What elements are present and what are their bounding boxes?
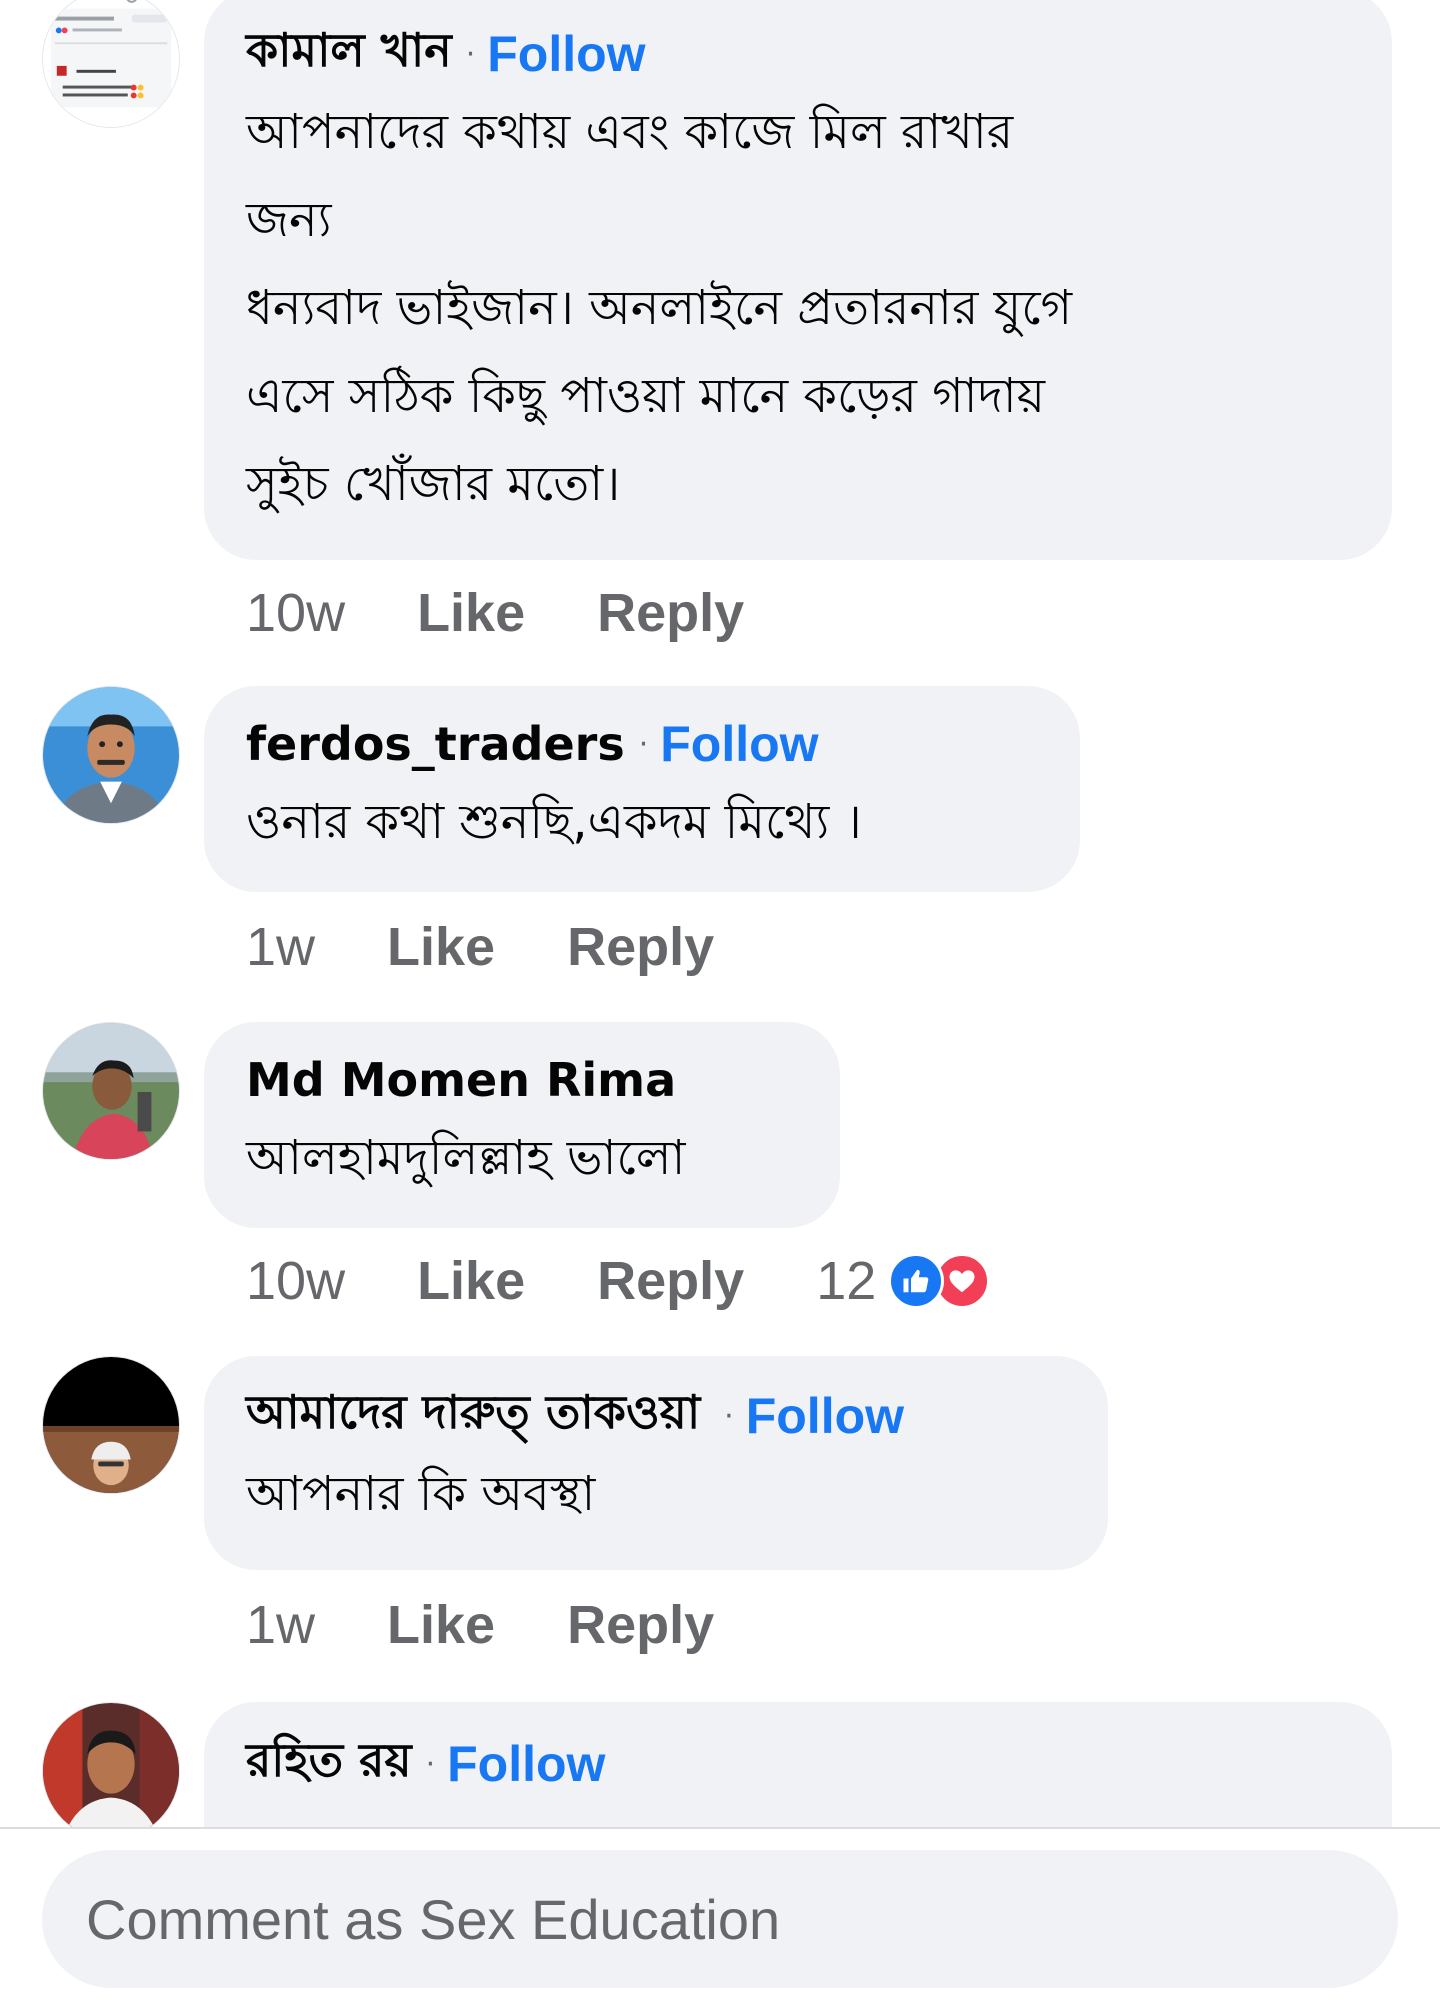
avatar-image [43, 1703, 179, 1827]
like-button[interactable]: Like [387, 916, 495, 978]
comment-author[interactable]: আমাদের দারুত্ তাকওয়া [246, 1378, 700, 1454]
comment-author[interactable]: Md Momen Rima [246, 1053, 676, 1107]
avatar-image [43, 687, 179, 823]
separator-dot: · [465, 36, 476, 72]
comment-text-line: আপনাদের কথায় এবং কাজে মিল রাখার [246, 104, 1014, 160]
comment-text-line: জন্য [246, 192, 332, 248]
comment-actions: 1w Like Reply [246, 912, 786, 982]
follow-button[interactable]: Follow [660, 715, 818, 773]
avatar-image [43, 1023, 179, 1159]
comment-composer[interactable] [42, 1850, 1398, 1988]
reply-button[interactable]: Reply [597, 582, 744, 644]
follow-button[interactable]: Follow [447, 1735, 605, 1793]
comment-actions: 10w Like Reply 12 [246, 1246, 991, 1316]
comment-text-line: এসে সঠিক কিছু পাওয়া মানে কড়ের গাদায় [246, 368, 1046, 424]
avatar[interactable] [42, 0, 180, 128]
follow-button[interactable]: Follow [487, 25, 645, 83]
comment-bubble: কামাল খান · Follow আপনাদের কথায় এবং কাজ… [204, 0, 1392, 560]
comment-actions: 1w Like Reply [246, 1590, 786, 1660]
comment-text-line: আপনার কি অবস্থা [246, 1466, 596, 1522]
comment-input[interactable] [84, 1885, 1398, 1953]
avatar[interactable] [42, 1356, 180, 1494]
avatar[interactable] [42, 1702, 180, 1827]
comments-list: কামাল খান · Follow আপনাদের কথায় এবং কাজ… [0, 0, 1440, 1827]
reply-button[interactable]: Reply [597, 1250, 744, 1312]
avatar[interactable] [42, 686, 180, 824]
like-button[interactable]: Like [417, 1250, 525, 1312]
reply-button[interactable]: Reply [567, 916, 714, 978]
separator-dot: · [638, 726, 649, 762]
comment-timestamp[interactable]: 10w [246, 582, 345, 644]
comment-actions: 10w Like Reply [246, 578, 816, 648]
comment-text-line: আলহামদুলিল্লাহ ভালো [246, 1130, 686, 1186]
separator-dot: · [425, 1746, 436, 1782]
comment-text-line: সুইচ খোঁজার মতো। [246, 456, 621, 512]
reply-button[interactable]: Reply [567, 1594, 714, 1656]
reaction-count[interactable]: 12 [816, 1250, 876, 1312]
comment-timestamp[interactable]: 10w [246, 1250, 345, 1312]
comment-timestamp[interactable]: 1w [246, 916, 315, 978]
avatar[interactable] [42, 1022, 180, 1160]
separator-dot: · [724, 1398, 734, 1434]
comment-timestamp[interactable]: 1w [246, 1594, 315, 1656]
reaction-icons[interactable] [888, 1253, 991, 1309]
avatar-image [43, 0, 179, 127]
like-icon [888, 1253, 945, 1309]
comment-header: ferdos_traders · Follow [246, 710, 1038, 778]
comment-bubble: Md Momen Rima আলহামদুলিল্লাহ ভালো [204, 1022, 840, 1228]
comment-text-line: ধন্যবাদ ভাইজান। অনলাইনে প্রতারনার যুগে [246, 280, 1073, 336]
like-button[interactable]: Like [387, 1594, 495, 1656]
comment-author[interactable]: ferdos_traders [246, 717, 625, 771]
comment-header: কামাল খান · Follow [246, 20, 1350, 88]
like-button[interactable]: Like [417, 582, 525, 644]
composer-divider [0, 1827, 1440, 1829]
comment-text-line: ওনার কথা শুনছি,একদম মিথ্যে । [246, 794, 862, 850]
comment-author[interactable]: রহিত রয় [246, 1726, 412, 1802]
avatar-image [43, 1357, 179, 1493]
comment-bubble: রহিত রয় · Follow [204, 1702, 1392, 1827]
follow-button[interactable]: Follow [746, 1387, 904, 1445]
comment-header: রহিত রয় · Follow [246, 1730, 1350, 1798]
comment-author[interactable]: কামাল খান [246, 16, 452, 92]
comment-bubble: আমাদের দারুত্ তাকওয়া · Follow আপনার কি … [204, 1356, 1108, 1570]
comment-header: আমাদের দারুত্ তাকওয়া · Follow [246, 1382, 1066, 1450]
comment-bubble: ferdos_traders · Follow ওনার কথা শুনছি,এ… [204, 686, 1080, 892]
comment-header: Md Momen Rima [246, 1046, 798, 1114]
